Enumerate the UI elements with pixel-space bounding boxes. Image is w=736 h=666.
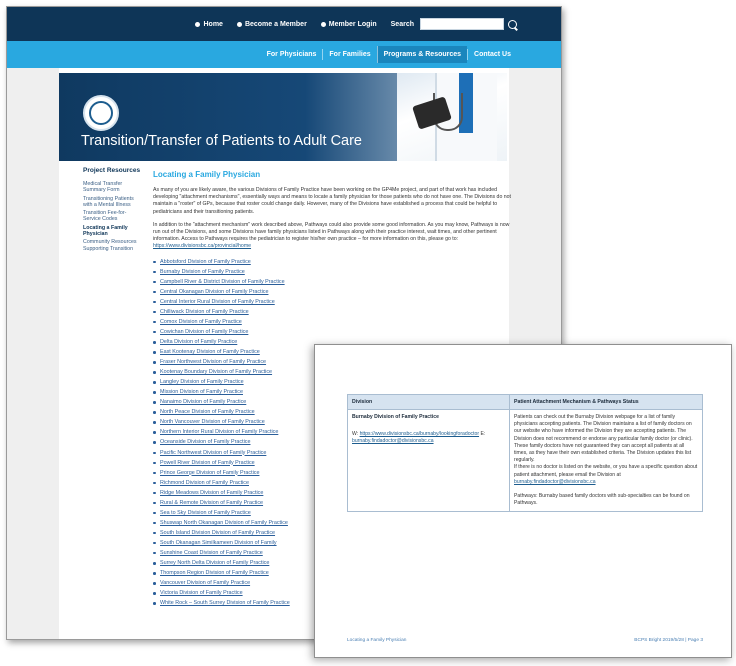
sidebar-item-locating-physician[interactable]: Locating a Family Physician [83, 225, 143, 238]
division-link[interactable]: Campbell River & District Division of Fa… [153, 277, 513, 287]
division-link[interactable]: Burnaby Division of Family Practice [153, 267, 513, 277]
sidebar-item-community-resources[interactable]: Community Resources Supporting Transitio… [83, 239, 143, 252]
page-banner: Transition/Transfer of Patients to Adult… [59, 73, 507, 161]
search-area: Search [391, 18, 517, 30]
col-status-header: Patient Attachment Mechanism & Pathways … [509, 394, 703, 410]
division-link[interactable]: Central Okanagan Division of Family Prac… [153, 287, 513, 297]
sidebar: Project Resources Medical Transfer Summa… [83, 167, 143, 254]
search-icon[interactable] [508, 19, 517, 29]
status-pathways: Pathways: Burnaby based family doctors w… [514, 493, 690, 507]
pathways-text: In addition to the "attachment mechanism… [153, 221, 510, 243]
division-link[interactable]: Central Interior Rural Division of Famil… [153, 297, 513, 307]
nav-for-physicians[interactable]: For Physicians [261, 49, 323, 60]
status-cell: Patients can check out the Burnaby Divis… [509, 408, 703, 513]
top-bar: Home Become a Member Member Login Search [7, 7, 561, 41]
division-link[interactable]: Comox Division of Family Practice [153, 317, 513, 327]
division-name: Burnaby Division of Family Practice [352, 414, 439, 420]
page-title: Transition/Transfer of Patients to Adult… [81, 133, 363, 149]
search-label: Search [390, 20, 414, 28]
page-footer: Locating a Family Physician BCPS Bright … [347, 638, 703, 643]
content-heading: Locating a Family Physician [153, 170, 261, 179]
sidebar-item-mental-illness[interactable]: Transitioning Patients with a Mental Ill… [83, 196, 143, 209]
status-contact-text: If there is no doctor is listed on the w… [514, 464, 698, 478]
footer-right: BCPS Bright 2019/5/28 | Page 3 [634, 638, 703, 643]
col-division-header: Division [347, 394, 510, 410]
table-row: Burnaby Division of Family Practice W: h… [347, 408, 703, 513]
member-login-label: Member Login [328, 20, 377, 28]
nav-contact-us[interactable]: Contact Us [467, 49, 517, 60]
sidebar-heading: Project Resources [83, 167, 141, 174]
pathways-paragraph: In addition to the "attachment mechanism… [153, 222, 513, 251]
status-email-link[interactable]: burnaby.findadoctor@divisionsbc.ca [514, 479, 596, 485]
seal-emblem [89, 101, 113, 125]
footer-left: Locating a Family Physician [347, 638, 407, 643]
division-email-link[interactable]: burnaby.findadoctor@divisionsbc.ca [352, 438, 434, 444]
member-icon [236, 21, 242, 27]
search-input[interactable] [420, 18, 504, 30]
division-table: Division Patient Attachment Mechanism & … [347, 394, 703, 513]
login-icon [320, 21, 326, 27]
pdf-page: Division Patient Attachment Mechanism & … [314, 344, 732, 658]
left-margin [7, 68, 59, 639]
division-link[interactable]: Chilliwack Division of Family Practice [153, 307, 513, 317]
web-prefix: W: [352, 431, 359, 438]
main-nav: For Physicians For Families Programs & R… [7, 41, 561, 68]
become-member-link[interactable]: Become a Member [236, 20, 307, 28]
table-header-row: Division Patient Attachment Mechanism & … [347, 394, 703, 410]
member-login-link[interactable]: Member Login [320, 20, 377, 28]
sidebar-item-fee-codes[interactable]: Transition Fee-for-Service Codes [83, 210, 143, 223]
status-contact: If there is no doctor is listed on the w… [514, 464, 698, 486]
division-link[interactable]: Cowichan Division of Family Practice [153, 327, 513, 337]
society-seal-logo [83, 95, 119, 131]
division-web-link[interactable]: https://www.divisionsbc.ca/burnaby/looki… [360, 431, 479, 437]
divisions-link[interactable]: https://www.divisionsbc.ca/provincial/ho… [153, 243, 251, 249]
home-icon [195, 21, 201, 27]
home-link-label: Home [203, 20, 223, 28]
division-contact: W: https://www.divisionsbc.ca/burnaby/lo… [352, 431, 505, 445]
sidebar-item-medical-transfer[interactable]: Medical Transfer Summary Form [83, 181, 143, 194]
home-link[interactable]: Home [195, 20, 223, 28]
nav-programs-resources[interactable]: Programs & Resources [376, 46, 468, 63]
intro-paragraph: As many of you are likely aware, the var… [153, 187, 511, 215]
status-text: Patients can check out the Burnaby Divis… [514, 414, 693, 464]
become-member-label: Become a Member [244, 20, 307, 28]
division-link[interactable]: Abbotsford Division of Family Practice [153, 257, 513, 267]
nav-for-families[interactable]: For Families [322, 49, 376, 60]
email-prefix: E: [480, 431, 486, 438]
division-cell: Burnaby Division of Family Practice W: h… [347, 408, 510, 513]
doctor-photo [397, 73, 507, 161]
